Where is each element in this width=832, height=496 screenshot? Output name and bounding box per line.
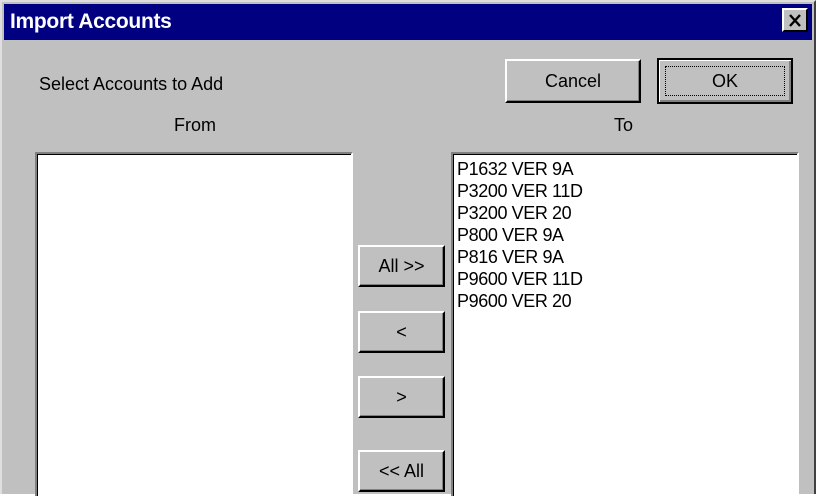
list-item[interactable]: P9600 VER 11D bbox=[457, 268, 583, 290]
add-selected-button[interactable]: > bbox=[358, 376, 445, 418]
add-all-button-label: All >> bbox=[378, 255, 425, 276]
list-item[interactable]: P3200 VER 20 bbox=[457, 202, 583, 224]
close-icon bbox=[789, 13, 801, 27]
from-label: From bbox=[174, 115, 216, 135]
from-listbox[interactable] bbox=[35, 152, 353, 496]
list-item[interactable]: P1632 VER 9A bbox=[457, 158, 583, 180]
import-accounts-dialog: Import Accounts Select Accounts to Add F… bbox=[0, 0, 816, 496]
remove-selected-button[interactable]: < bbox=[358, 311, 445, 353]
close-button[interactable] bbox=[782, 8, 808, 32]
list-item[interactable]: P3200 VER 11D bbox=[457, 180, 583, 202]
to-listbox[interactable]: P1632 VER 9A P3200 VER 11D P3200 VER 20 P80… bbox=[451, 152, 799, 496]
add-selected-button-label: > bbox=[396, 386, 407, 407]
ok-button[interactable]: OK bbox=[657, 58, 793, 104]
remove-selected-button-label: < bbox=[396, 321, 407, 342]
instruction-label: Select Accounts to Add bbox=[39, 74, 224, 94]
to-list: P1632 VER 9A P3200 VER 11D P3200 VER 20 P80… bbox=[457, 158, 583, 312]
list-item[interactable]: P816 VER 9A bbox=[457, 246, 583, 268]
focus-indicator: OK bbox=[665, 66, 785, 96]
to-label: To bbox=[614, 115, 634, 135]
list-item[interactable]: P800 VER 9A bbox=[457, 224, 583, 246]
remove-all-button[interactable]: << All bbox=[358, 450, 445, 492]
title-bar[interactable]: Import Accounts bbox=[4, 4, 812, 40]
window-title: Import Accounts bbox=[10, 10, 172, 33]
add-all-button[interactable]: All >> bbox=[358, 245, 445, 287]
remove-all-button-label: << All bbox=[378, 460, 425, 481]
list-item[interactable]: P9600 VER 20 bbox=[457, 290, 583, 312]
cancel-button[interactable]: Cancel bbox=[505, 59, 641, 103]
ok-button-label: OK bbox=[711, 70, 738, 91]
cancel-button-label: Cancel bbox=[544, 70, 602, 91]
